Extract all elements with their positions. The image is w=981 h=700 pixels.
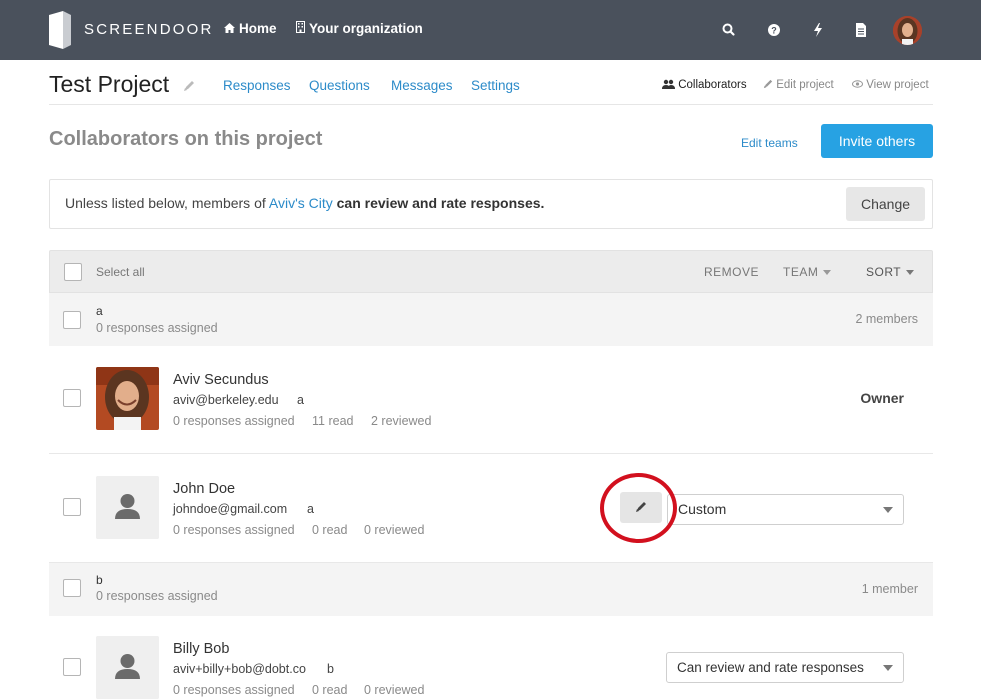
member-read: 0 read	[312, 683, 348, 697]
organization-link[interactable]: Your organization	[296, 21, 423, 36]
user-avatar[interactable]	[893, 16, 922, 45]
svg-text:?: ?	[771, 26, 777, 36]
sort-dropdown[interactable]: SORT	[866, 265, 915, 279]
default-permission-notice: Unless listed below, members of Aviv's C…	[49, 179, 933, 229]
member-team: b	[327, 662, 334, 676]
group-checkbox[interactable]	[63, 311, 81, 329]
eye-icon	[852, 80, 863, 88]
team-dropdown[interactable]: TEAM	[783, 265, 832, 279]
member-row: Billy Bob aviv+billy+bob@dobt.co b 0 res…	[49, 616, 933, 700]
group-assigned: 0 responses assigned	[96, 589, 218, 603]
group-checkbox[interactable]	[63, 579, 81, 597]
home-label: Home	[239, 21, 277, 36]
group-member-count: 2 members	[855, 312, 918, 326]
permission-select[interactable]: Can review and rate responses	[666, 652, 904, 683]
member-assigned: 0 responses assigned	[173, 523, 295, 537]
tab-settings[interactable]: Settings	[471, 78, 520, 93]
permission-select-value: Custom	[678, 501, 727, 517]
select-all-label[interactable]: Select all	[96, 265, 145, 279]
home-link[interactable]: Home	[224, 21, 277, 36]
member-email: aviv@berkeley.edu	[173, 393, 279, 407]
permission-select-value: Can review and rate responses	[677, 660, 864, 675]
sort-label: SORT	[866, 265, 902, 279]
home-icon	[224, 21, 235, 36]
default-avatar-icon	[96, 636, 159, 699]
member-team: a	[307, 502, 314, 516]
help-icon[interactable]: ?	[766, 21, 782, 39]
notice-permission: can review and rate responses.	[332, 195, 545, 211]
building-icon	[296, 21, 305, 36]
group-name: a	[96, 304, 103, 318]
invite-others-button[interactable]: Invite others	[821, 124, 933, 158]
member-name: Billy Bob	[173, 641, 230, 657]
member-avatar	[96, 367, 159, 430]
brand-name[interactable]: SCREENDOOR	[84, 21, 214, 38]
search-icon[interactable]	[721, 21, 737, 39]
bolt-icon[interactable]	[810, 21, 826, 39]
team-label: TEAM	[783, 265, 819, 279]
header-divider	[49, 104, 933, 105]
member-row: John Doe johndoe@gmail.com a 0 responses…	[49, 455, 933, 563]
section-title: Collaborators on this project	[49, 128, 323, 150]
edit-title-pencil-icon[interactable]	[183, 80, 195, 92]
chevron-down-icon	[883, 665, 893, 671]
organization-link-inline[interactable]: Aviv's City	[269, 195, 333, 211]
document-icon[interactable]	[853, 21, 869, 39]
member-name: Aviv Secundus	[173, 372, 269, 388]
collaborators-label: Collaborators	[678, 79, 747, 91]
member-team: a	[297, 393, 304, 407]
edit-project-label: Edit project	[776, 79, 834, 91]
chevron-down-icon	[906, 270, 915, 276]
team-group-row: a 0 responses assigned 2 members	[49, 293, 933, 346]
member-checkbox[interactable]	[63, 498, 81, 516]
top-nav: SCREENDOOR Home Your organization ?	[0, 0, 981, 60]
edit-project-link[interactable]: Edit project	[763, 79, 834, 91]
member-checkbox[interactable]	[63, 658, 81, 676]
group-assigned: 0 responses assigned	[96, 321, 218, 335]
permission-select[interactable]: Custom	[667, 494, 904, 525]
default-avatar-icon	[96, 476, 159, 539]
member-row: Aviv Secundus aviv@berkeley.edu a 0 resp…	[49, 346, 933, 454]
tab-questions[interactable]: Questions	[309, 78, 370, 93]
owner-badge: Owner	[860, 390, 904, 406]
notice-text: Unless listed below, members of Aviv's C…	[65, 195, 544, 211]
select-all-checkbox[interactable]	[64, 263, 82, 281]
organization-label: Your organization	[309, 21, 423, 36]
member-reviewed: 0 reviewed	[364, 683, 425, 697]
tab-messages[interactable]: Messages	[391, 78, 453, 93]
member-assigned: 0 responses assigned	[173, 414, 295, 428]
group-name: b	[96, 573, 103, 587]
collaborators-link[interactable]: Collaborators	[662, 79, 747, 91]
collaborators-table-header: Select all REMOVE TEAM SORT	[49, 250, 933, 293]
member-read: 0 read	[312, 523, 348, 537]
member-reviewed: 2 reviewed	[371, 414, 432, 428]
change-button[interactable]: Change	[846, 187, 925, 221]
pencil-icon	[763, 79, 773, 89]
tab-responses[interactable]: Responses	[223, 78, 291, 93]
member-email: aviv+billy+bob@dobt.co	[173, 662, 306, 676]
screendoor-logo-icon[interactable]	[49, 11, 71, 49]
member-name: John Doe	[173, 481, 236, 497]
member-checkbox[interactable]	[63, 389, 81, 407]
notice-prefix: Unless listed below, members of	[65, 195, 269, 211]
chevron-down-icon	[823, 270, 832, 276]
member-read: 11 read	[312, 414, 354, 428]
member-email: johndoe@gmail.com	[173, 502, 288, 516]
view-project-link[interactable]: View project	[852, 79, 929, 91]
users-icon	[662, 79, 675, 89]
chevron-down-icon	[883, 507, 893, 513]
project-title: Test Project	[49, 71, 170, 97]
highlight-annotation-circle	[600, 473, 677, 543]
remove-action[interactable]: REMOVE	[704, 265, 759, 279]
group-member-count: 1 member	[861, 582, 918, 596]
view-project-label: View project	[866, 79, 929, 91]
team-group-row: b 0 responses assigned 1 member	[49, 563, 933, 616]
member-assigned: 0 responses assigned	[173, 683, 295, 697]
edit-teams-link[interactable]: Edit teams	[741, 136, 798, 150]
member-reviewed: 0 reviewed	[364, 523, 425, 537]
